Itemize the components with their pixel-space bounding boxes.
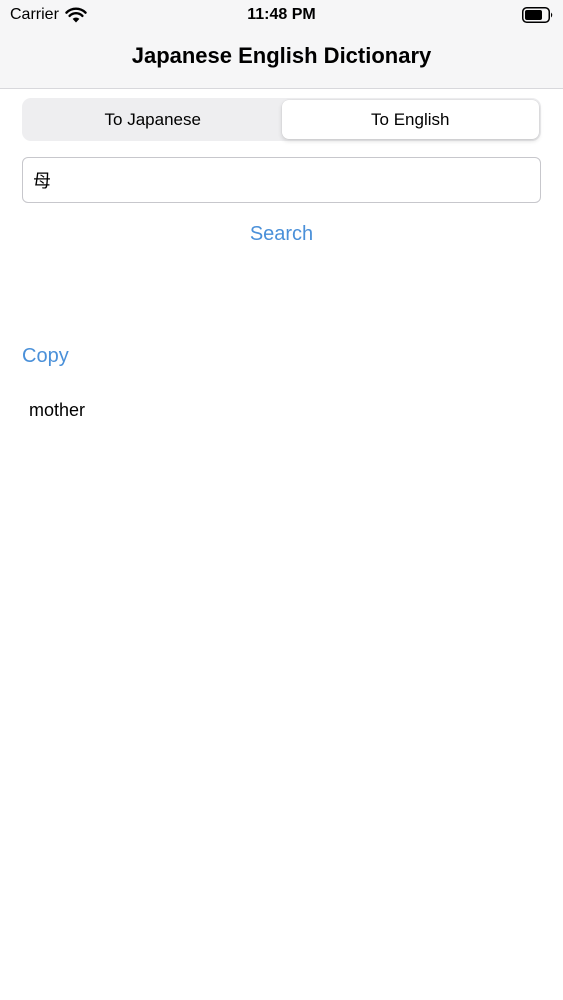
battery-icon — [522, 7, 553, 23]
page-title: Japanese English Dictionary — [131, 43, 432, 68]
search-button[interactable]: Search — [0, 221, 563, 247]
segment-to-japanese[interactable]: To Japanese — [24, 100, 282, 139]
status-bar: Carrier 11:48 PM — [0, 0, 563, 30]
status-time: 11:48 PM — [247, 6, 316, 23]
segment-to-english[interactable]: To English — [281, 100, 539, 139]
search-input[interactable] — [22, 157, 541, 203]
top-bar: Carrier 11:48 PM Japanese English Dictio… — [0, 0, 563, 89]
translation-result: mother — [29, 400, 86, 420]
copy-button[interactable]: Copy — [22, 343, 69, 369]
direction-segmented-control: To Japanese To English — [22, 98, 541, 141]
